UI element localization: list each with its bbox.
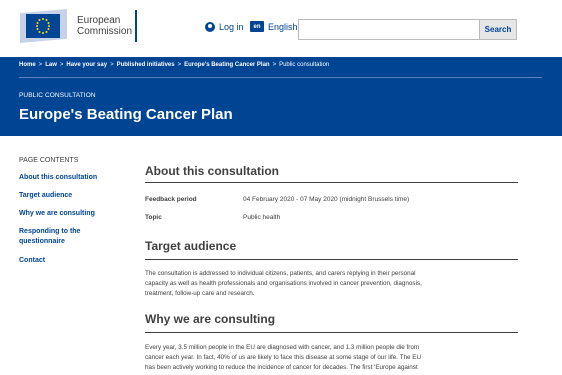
breadcrumb-current: Public consultation [279, 62, 330, 68]
logo-line-1: European [77, 15, 121, 26]
section-heading-about: About this consultation [145, 164, 279, 178]
toc-title: PAGE CONTENTS [19, 157, 79, 164]
chevron-right-icon: > [110, 62, 114, 68]
toc-item-contact[interactable]: Contact [19, 256, 119, 266]
eu-flag-icon [20, 9, 67, 43]
page-meta-label: PUBLIC CONSULTATION [19, 92, 96, 99]
chevron-right-icon: > [272, 62, 277, 68]
topic-value: Public health [243, 214, 281, 221]
ec-logo[interactable]: European Commission [20, 8, 138, 44]
why-consulting-text: Every year, 3.5 million people in the EU… [145, 343, 475, 373]
logo-text: European Commission [77, 15, 132, 37]
topic-label: Topic [145, 214, 162, 221]
section-heading-target-audience: Target audience [145, 239, 237, 253]
language-selector[interactable]: en English [250, 21, 298, 32]
paragraph-line: The consultation is addressed to individ… [145, 270, 416, 277]
breadcrumb-law[interactable]: Law [45, 62, 57, 68]
section-divider [145, 332, 518, 333]
site-header: European Commission Log in en English Se… [0, 0, 562, 57]
paragraph-line: treatment, follow-up care and research. [145, 290, 255, 297]
chevron-right-icon: > [38, 62, 43, 68]
paragraph-line: cancer each year. In fact, 40% of us are… [145, 354, 422, 361]
search-button[interactable]: Search [480, 19, 517, 40]
login-label: Log in [219, 22, 244, 32]
login-link[interactable]: Log in [205, 22, 244, 32]
breadcrumb: Home > Law > Have your say > Published initiat… [19, 62, 329, 68]
breadcrumb-initiative[interactable]: Europe's Beating Cancer Plan [184, 62, 269, 68]
page-title: Europe's Beating Cancer Plan [19, 106, 233, 123]
breadcrumb-have-your-say[interactable]: Have your say [66, 62, 107, 68]
paragraph-line: Every year, 3.5 million people in the EU… [145, 344, 420, 351]
chevron-right-icon: > [177, 62, 182, 68]
toc-item-responding[interactable]: Responding to the questionnaire [19, 227, 99, 247]
toc-item-why-consulting[interactable]: Why we are consulting [19, 209, 119, 219]
chevron-right-icon: > [59, 62, 64, 68]
section-heading-why-consulting: Why we are consulting [145, 312, 276, 326]
toc-item-target-audience[interactable]: Target audience [19, 191, 119, 201]
paragraph-line: has been actively working to reduce the … [145, 364, 418, 371]
section-divider [145, 259, 518, 260]
logo-line-2: Commission [77, 26, 133, 37]
paragraph-line: capacity as well as health professionals… [145, 280, 422, 287]
section-divider [145, 182, 518, 183]
language-icon: en [250, 21, 264, 32]
search-input[interactable] [298, 19, 480, 40]
language-label: English [268, 21, 298, 32]
banner-divider [19, 77, 542, 78]
breadcrumb-published-initiatives[interactable]: Published initiatives [117, 62, 175, 68]
toc-item-about[interactable]: About this consultation [19, 173, 119, 183]
logo-divider [135, 10, 137, 42]
target-audience-text: The consultation is addressed to individ… [145, 269, 475, 299]
feedback-period-label: Feedback period [145, 196, 197, 203]
breadcrumb-home[interactable]: Home [19, 62, 36, 68]
user-icon [205, 22, 215, 32]
feedback-period-value: 04 February 2020 - 07 May 2020 (midnight… [243, 196, 410, 203]
